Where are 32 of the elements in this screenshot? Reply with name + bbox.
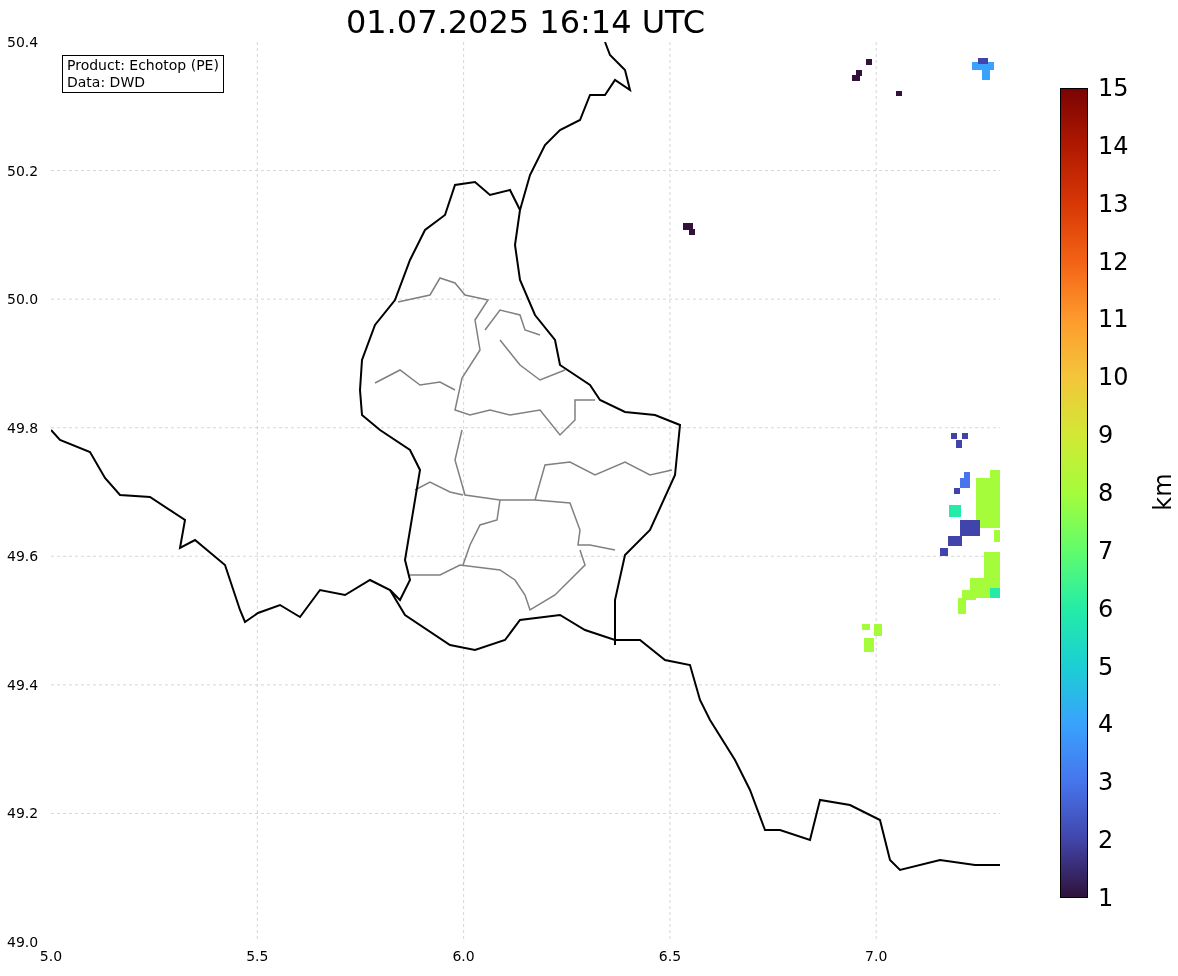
y-tick-label: 50.4: [7, 33, 39, 51]
colorbar-tick-label: 14: [1098, 131, 1129, 160]
y-tick-label: 50.0: [7, 290, 39, 308]
colorbar-tick-label: 15: [1098, 74, 1129, 102]
y-tick-label: 49.4: [7, 676, 39, 694]
y-tick-label: 49.8: [7, 419, 39, 437]
x-tick-label: 5.0: [39, 948, 63, 965]
colorbar-tick-label: 8: [1098, 479, 1114, 507]
info-text: Data: DWD: [67, 74, 146, 91]
colorbar-tick-label: 9: [1098, 421, 1114, 450]
chart-title: 01.07.2025 16:14 UTC: [345, 3, 706, 41]
y-tick-label: 49.6: [7, 547, 39, 565]
colorbar-tick-label: 11: [1098, 305, 1129, 334]
colorbar-tick-label: 13: [1098, 189, 1129, 218]
x-tick-label: 6.5: [658, 948, 682, 965]
y-tick-label: 49.0: [7, 933, 39, 951]
colorbar-tick-label: 10: [1098, 363, 1129, 392]
info-text: Product: Echotop (PE): [67, 57, 219, 74]
colorbar-label: km: [1148, 473, 1177, 511]
colorbar-tick-label: 3: [1098, 768, 1114, 797]
y-tick-label: 49.2: [7, 804, 39, 822]
colorbar-tick-label: 5: [1098, 652, 1114, 681]
x-tick-label: 7.0: [865, 948, 888, 965]
x-tick-label: 5.5: [246, 948, 269, 965]
x-tick-label: 6.0: [452, 948, 475, 965]
colorbar-tick-label: 6: [1098, 594, 1114, 623]
y-tick-label: 50.2: [7, 162, 39, 180]
colorbar-tick-label: 2: [1098, 826, 1114, 855]
colorbar-tick-label: 4: [1098, 710, 1114, 739]
colorbar-tick-label: 12: [1098, 247, 1129, 276]
colorbar-tick-label: 7: [1098, 536, 1114, 565]
colorbar-tick-label: 1: [1098, 884, 1114, 912]
